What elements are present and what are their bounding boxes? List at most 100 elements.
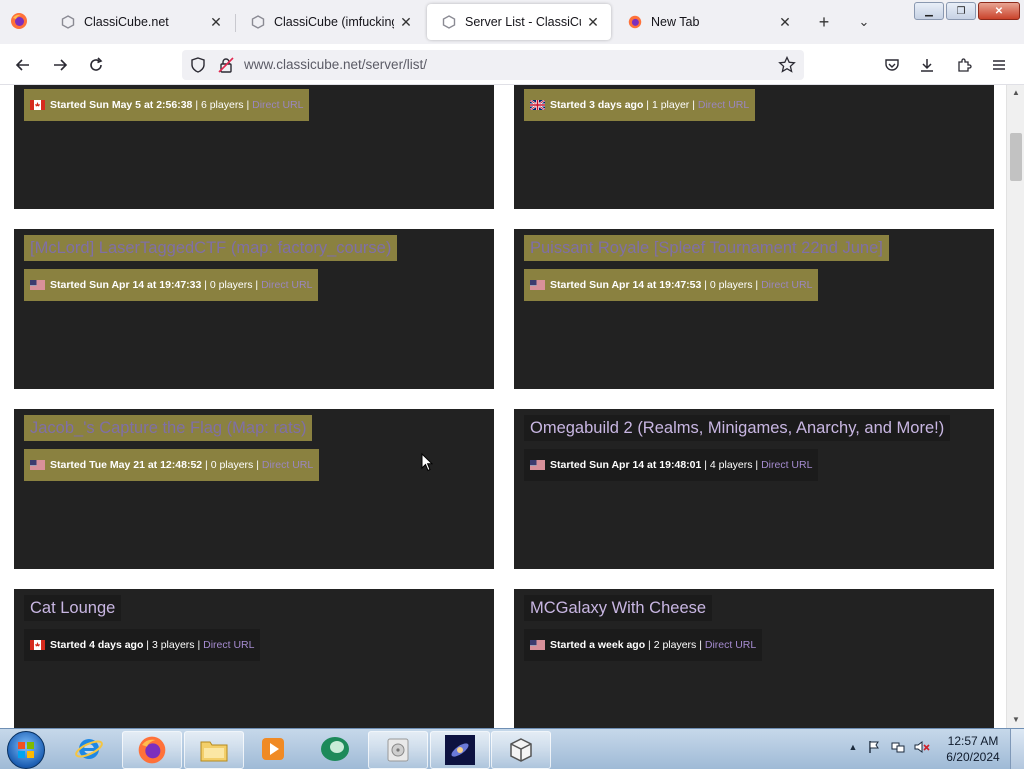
started-text: Started Sun Apr 14 at 19:47:53 <box>550 279 702 291</box>
started-text: Started Sun Apr 14 at 19:47:33 <box>50 279 202 291</box>
tab-new-tab[interactable]: New Tab ✕ <box>613 4 803 40</box>
close-tab-icon[interactable]: ✕ <box>773 10 797 34</box>
started-text: Started a week ago <box>550 639 646 651</box>
server-info: Started Sun Apr 14 at 19:48:01 | 4 playe… <box>524 449 819 481</box>
list-all-tabs-chevron-icon[interactable]: ⌄ <box>853 11 875 33</box>
hexagon-favicon-icon <box>250 14 266 30</box>
system-clock[interactable]: 12:57 AM 6/20/2024 <box>938 733 1008 765</box>
tab-title: Server List - ClassiCube.n <box>465 15 581 29</box>
reload-icon[interactable] <box>83 52 109 78</box>
tab-title: ClassiCube.net <box>84 15 169 29</box>
us-flag-icon <box>30 460 45 470</box>
direct-url-link[interactable]: Direct URL <box>705 639 756 651</box>
windows-taskbar: ▲ 12:57 AM 6/20/2024 <box>0 728 1024 769</box>
new-tab-plus-icon[interactable]: + <box>813 11 835 33</box>
green-blob-app-icon <box>321 737 349 761</box>
back-arrow-icon[interactable] <box>10 52 36 78</box>
direct-url-link[interactable]: Direct URL <box>262 459 313 471</box>
player-count: | 6 players | <box>195 99 250 111</box>
window-controls: ▁ ❐ ✕ <box>914 2 1020 20</box>
server-info: Started Tue May 21 at 12:48:52 | 0 playe… <box>24 449 320 481</box>
internet-explorer-taskbar-button[interactable] <box>60 731 118 767</box>
green-app-taskbar-button[interactable] <box>306 731 364 767</box>
hamburger-menu-icon[interactable] <box>986 52 1012 78</box>
direct-url-link[interactable]: Direct URL <box>261 279 312 291</box>
started-text: Started Tue May 21 at 12:48:52 <box>50 459 203 471</box>
classicube-taskbar-button[interactable] <box>491 731 551 769</box>
maximize-icon[interactable]: ❐ <box>946 2 976 20</box>
scrollbar-thumb[interactable] <box>1010 133 1022 181</box>
server-name[interactable]: [McLord] LaserTaggedCTF (map: factory_co… <box>24 235 398 261</box>
started-text: Started Sun May 5 at 2:56:38 <box>50 99 193 111</box>
firefox-icon <box>11 13 27 29</box>
server-card[interactable]: Puissant Royale [Spleef Tournament 22nd … <box>514 229 994 389</box>
show-hidden-icons-arrow-icon[interactable]: ▲ <box>845 739 861 755</box>
file-explorer-taskbar-button[interactable] <box>184 731 244 769</box>
server-name[interactable]: Puissant Royale [Spleef Tournament 22nd … <box>524 235 889 261</box>
server-card[interactable]: [McLord] LaserTaggedCTF (map: factory_co… <box>14 229 494 389</box>
server-card[interactable]: Started Sun May 5 at 2:56:38 | 6 players… <box>14 85 494 209</box>
volume-muted-icon[interactable] <box>914 739 930 755</box>
server-info: Started Sun May 5 at 2:56:38 | 6 players… <box>24 89 310 121</box>
insecure-lock-icon[interactable] <box>218 57 234 78</box>
direct-url-link[interactable]: Direct URL <box>761 459 812 471</box>
media-player-taskbar-button[interactable] <box>244 731 302 767</box>
vertical-scrollbar[interactable]: ▲ ▼ <box>1006 85 1024 728</box>
firefox-taskbar-button[interactable] <box>122 731 182 769</box>
player-count: | 3 players | <box>146 639 201 651</box>
start-button[interactable] <box>7 731 45 769</box>
direct-url-link[interactable]: Direct URL <box>252 99 303 111</box>
player-count: | 4 players | <box>704 459 759 471</box>
server-info: Started Sun Apr 14 at 19:47:33 | 0 playe… <box>24 269 319 301</box>
server-card[interactable]: MCGalaxy With Cheese Started a week ago … <box>514 589 994 728</box>
galaxy-icon <box>445 735 475 765</box>
tracking-protection-shield-icon[interactable] <box>190 57 206 78</box>
server-card[interactable]: Omegabuild 2 (Realms, Minigames, Anarchy… <box>514 409 994 569</box>
tab-title: ClassiCube (imfuckingo... <box>274 15 394 29</box>
server-card[interactable]: Started 3 days ago | 1 player | Direct U… <box>514 85 994 209</box>
player-count: | 0 players | <box>704 279 759 291</box>
scroll-up-arrow-icon[interactable]: ▲ <box>1011 88 1021 98</box>
extensions-puzzle-icon[interactable] <box>951 52 977 78</box>
direct-url-link[interactable]: Direct URL <box>698 99 749 111</box>
direct-url-link[interactable]: Direct URL <box>203 639 254 651</box>
server-card[interactable]: Jacob_'s Capture the Flag (Map: rats) St… <box>14 409 494 569</box>
downloads-icon[interactable] <box>914 52 940 78</box>
close-tab-icon[interactable]: ✕ <box>204 10 228 34</box>
forward-arrow-icon[interactable] <box>47 52 73 78</box>
tab-classicube-profile[interactable]: ClassiCube (imfuckingo... ✕ <box>235 4 424 40</box>
tab-classicube-net[interactable]: ClassiCube.net ✕ <box>46 4 234 40</box>
space-app-taskbar-button[interactable] <box>430 731 490 769</box>
media-disc-taskbar-button[interactable] <box>368 731 428 769</box>
server-info: Started 4 days ago | 3 players | Direct … <box>24 629 261 661</box>
pocket-icon[interactable] <box>879 52 905 78</box>
server-name[interactable]: Cat Lounge <box>24 595 122 621</box>
firefox-view-button[interactable] <box>8 10 30 32</box>
show-desktop-button[interactable] <box>1010 729 1024 769</box>
navigation-toolbar: www.classicube.net/server/list/ <box>0 44 1024 85</box>
address-bar[interactable]: www.classicube.net/server/list/ <box>182 50 804 80</box>
url-text: www.classicube.net/server/list/ <box>244 57 428 72</box>
action-center-flag-icon[interactable] <box>866 739 882 755</box>
uk-flag-icon <box>529 99 546 111</box>
us-flag-icon <box>30 280 45 290</box>
network-icon[interactable] <box>890 739 906 755</box>
us-flag-icon <box>530 280 545 290</box>
server-card[interactable]: Cat Lounge Started 4 days ago | 3 player… <box>14 589 494 728</box>
player-count: | 0 players | <box>204 279 259 291</box>
server-name[interactable]: MCGalaxy With Cheese <box>524 595 713 621</box>
close-window-icon[interactable]: ✕ <box>978 2 1020 20</box>
server-info: Started a week ago | 2 players | Direct … <box>524 629 763 661</box>
close-tab-icon[interactable]: ✕ <box>394 10 418 34</box>
server-name[interactable]: Omegabuild 2 (Realms, Minigames, Anarchy… <box>524 415 951 441</box>
direct-url-link[interactable]: Direct URL <box>761 279 812 291</box>
minimize-icon[interactable]: ▁ <box>914 2 944 20</box>
bookmark-star-icon[interactable] <box>778 55 796 79</box>
scroll-down-arrow-icon[interactable]: ▼ <box>1011 715 1021 725</box>
close-tab-icon[interactable]: ✕ <box>581 10 605 34</box>
tab-server-list[interactable]: Server List - ClassiCube.n ✕ <box>427 4 611 40</box>
hexagon-favicon-icon <box>60 14 76 30</box>
server-name[interactable]: Jacob_'s Capture the Flag (Map: rats) <box>24 415 313 441</box>
firefox-icon <box>138 736 166 764</box>
started-text: Started Sun Apr 14 at 19:48:01 <box>550 459 702 471</box>
